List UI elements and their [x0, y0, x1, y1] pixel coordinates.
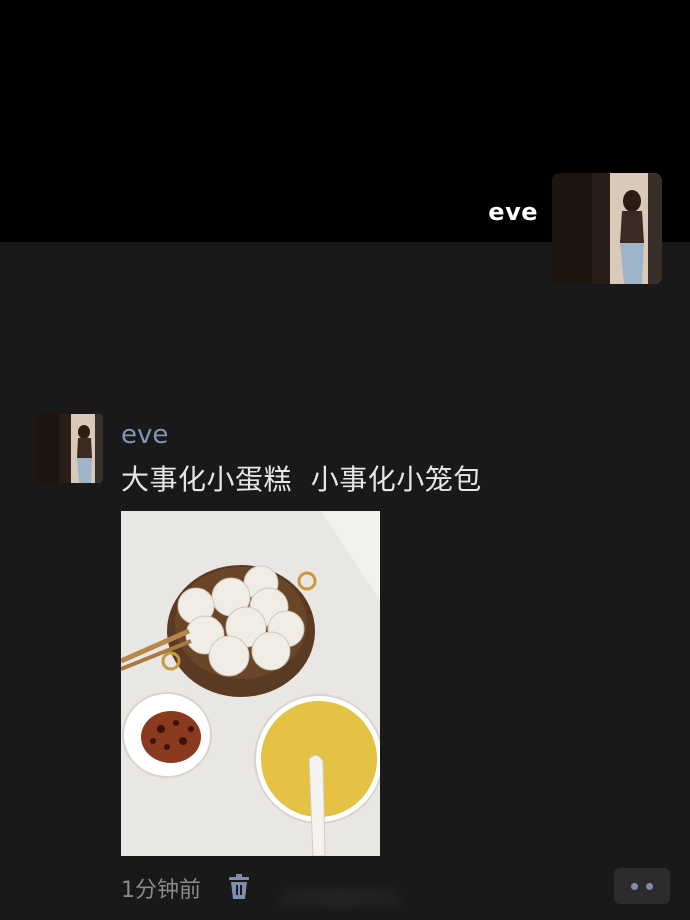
blurred-overlay: [280, 888, 400, 908]
more-dots-icon[interactable]: [614, 868, 670, 904]
post-timestamp: 1分钟前: [121, 878, 201, 903]
author-avatar[interactable]: [35, 414, 103, 483]
trash-icon[interactable]: [228, 874, 250, 900]
author-name[interactable]: eve: [121, 420, 168, 450]
post-photo[interactable]: [121, 511, 380, 856]
dot-icon: [631, 883, 638, 890]
post-text: 大事化小蛋糕 小事化小笼包: [121, 463, 482, 496]
dot-icon: [646, 883, 653, 890]
cover-user-name: eve: [488, 198, 538, 226]
profile-avatar[interactable]: [552, 173, 662, 284]
